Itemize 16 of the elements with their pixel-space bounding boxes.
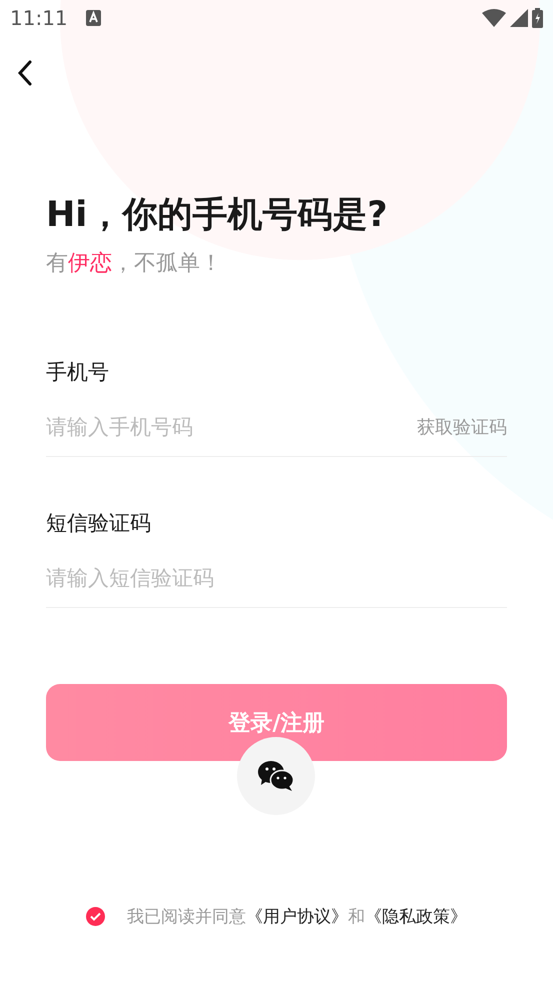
wifi-icon [482,9,506,27]
input-field[interactable]: 请输入手机号码 [46,412,417,442]
agreement-text: 我已阅读并同意《用户协议》和《隐私政策》 [127,906,467,928]
policy-link[interactable]: 《用户协议》 [246,907,348,927]
signal-icon [510,9,528,27]
page-title: Hi，你的手机号码是? [46,194,389,237]
status-time: 11:11 [10,6,68,30]
input-field[interactable]: 请输入短信验证码 [46,563,507,593]
subtitle: 有伊恋，不孤单！ [46,250,223,278]
agree-checkbox[interactable] [86,907,105,926]
chat-bubbles-icon [258,761,294,791]
field-label: 手机号 [46,359,110,386]
checkmark-icon [90,912,101,921]
policy-link[interactable]: 《隐私政策》 [365,907,467,927]
field-label: 短信验证码 [46,510,152,537]
keyboard-icon [86,10,101,26]
